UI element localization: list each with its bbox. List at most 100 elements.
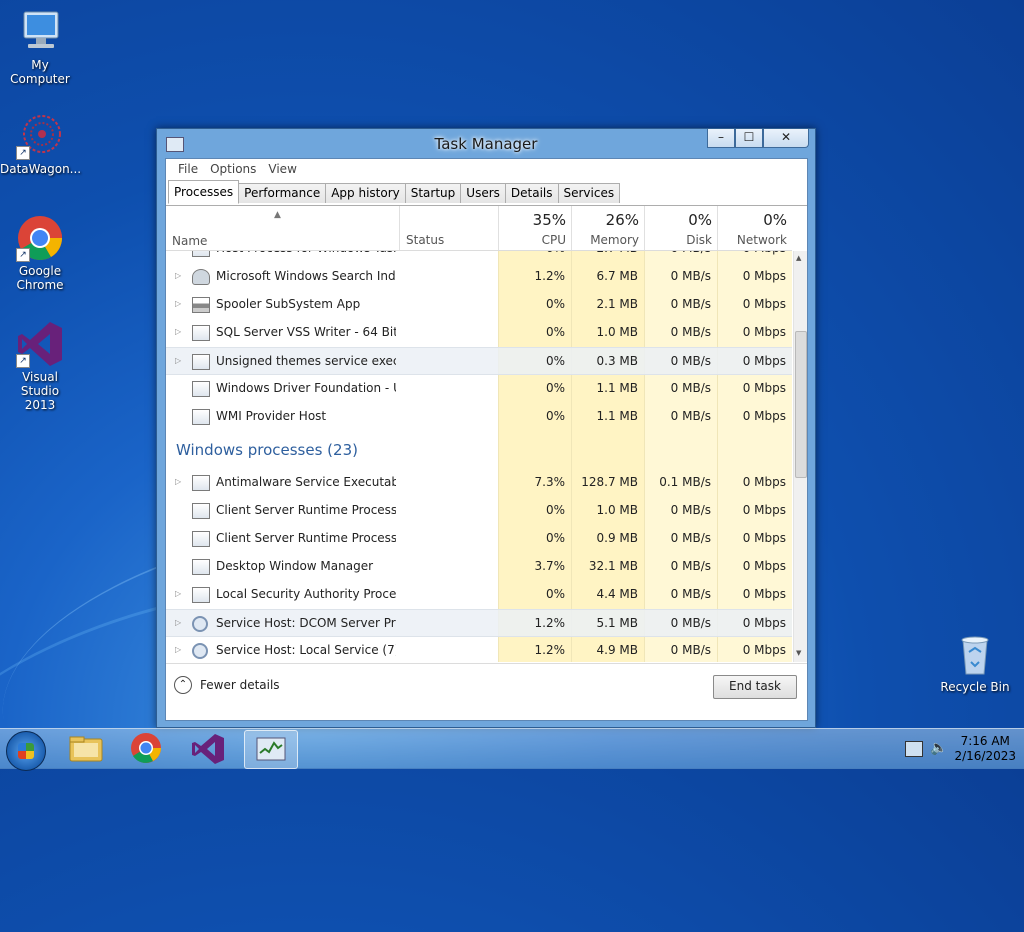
process-name: Antimalware Service Executable bbox=[216, 475, 396, 489]
process-net: 0 Mbps bbox=[742, 503, 786, 517]
tab-app-history[interactable]: App history bbox=[325, 183, 406, 203]
scroll-up-icon[interactable]: ▲ bbox=[796, 254, 801, 262]
table-row[interactable]: ▷ Service Host: DCOM Server Proc... 1.2% 5.… bbox=[166, 609, 792, 637]
process-mem: 4.9 MB bbox=[596, 643, 638, 657]
column-header-disk[interactable]: 0% Disk bbox=[644, 206, 718, 250]
app-window-icon bbox=[192, 531, 210, 547]
app-window-icon bbox=[192, 475, 210, 491]
taskbar-explorer[interactable] bbox=[60, 730, 112, 767]
app-window-icon bbox=[192, 559, 210, 575]
column-header-memory[interactable]: 26% Memory bbox=[571, 206, 645, 250]
desktop-icon-google-chrome[interactable]: ↗ Google Chrome bbox=[0, 214, 80, 292]
maximize-button[interactable]: ☐ bbox=[735, 129, 763, 148]
process-cpu: 0% bbox=[545, 325, 565, 339]
process-net: 0 Mbps bbox=[742, 409, 786, 423]
start-button[interactable] bbox=[6, 731, 46, 771]
menu-options[interactable]: Options bbox=[204, 159, 262, 179]
column-header-status-label: Status bbox=[406, 233, 445, 247]
process-disk: 0 MB/s bbox=[670, 643, 711, 657]
tab-services[interactable]: Services bbox=[557, 183, 621, 203]
end-task-button[interactable]: End task bbox=[713, 675, 797, 699]
expand-arrow-icon[interactable]: ▷ bbox=[175, 299, 181, 308]
process-name: Microsoft Windows Search Inde... bbox=[216, 269, 396, 283]
taskbar-chrome[interactable] bbox=[120, 730, 172, 767]
volume-muted-icon[interactable]: 🔈 bbox=[930, 740, 947, 756]
desktop-icon-label: Visual Studio 2013 bbox=[20, 370, 60, 412]
table-row[interactable]: Client Server Runtime Process 0% 1.0 MB 0 M… bbox=[166, 497, 792, 525]
taskbar-task-manager[interactable] bbox=[244, 730, 298, 769]
table-row[interactable]: ▷ Microsoft Windows Search Inde... 1.2% 6.7… bbox=[166, 263, 792, 291]
process-disk: 0 MB/s bbox=[670, 325, 711, 339]
close-button[interactable]: ✕ bbox=[763, 129, 809, 148]
tab-startup[interactable]: Startup bbox=[404, 183, 462, 203]
memory-label: Memory bbox=[590, 233, 639, 247]
taskbar-visual-studio[interactable] bbox=[182, 730, 234, 767]
column-header-network[interactable]: 0% Network bbox=[717, 206, 793, 250]
process-mem: 2.1 MB bbox=[596, 297, 638, 311]
table-row[interactable]: ▷ Spooler SubSystem App 0% 2.1 MB 0 MB/s 0 Mb… bbox=[166, 291, 792, 319]
desktop-icon-label: DataWagon... bbox=[0, 162, 82, 176]
process-name: Service Host: Local Service (7) bbox=[216, 643, 396, 657]
process-mem: 32.1 MB bbox=[588, 559, 638, 573]
expand-arrow-icon[interactable]: ▷ bbox=[175, 618, 181, 627]
expand-arrow-icon[interactable]: ▷ bbox=[175, 271, 181, 280]
process-mem: 5.1 MB bbox=[596, 616, 638, 630]
table-row[interactable]: WMI Provider Host 0% 1.1 MB 0 MB/s 0 Mbps bbox=[166, 403, 792, 431]
scroll-down-icon[interactable]: ▼ bbox=[796, 649, 801, 657]
folder-icon bbox=[69, 736, 103, 762]
tab-details[interactable]: Details bbox=[504, 183, 559, 203]
desktop-icon-my-computer[interactable]: My Computer bbox=[0, 8, 80, 86]
chrome-icon: ↗ bbox=[16, 214, 64, 262]
desktop-icon-recycle-bin[interactable]: Recycle Bin bbox=[935, 630, 1015, 694]
expand-arrow-icon[interactable]: ▷ bbox=[175, 645, 181, 654]
group-header-windows-processes: Windows processes (23) bbox=[176, 441, 358, 459]
process-mem: 6.7 MB bbox=[596, 269, 638, 283]
footer-bar: ⌃ Fewer details End task bbox=[166, 663, 807, 720]
tab-users[interactable]: Users bbox=[460, 183, 506, 203]
task-manager-icon bbox=[256, 737, 286, 761]
windows-logo-icon bbox=[18, 743, 34, 759]
table-row[interactable]: Windows Driver Foundation - U... 0% 1.1 MB… bbox=[166, 375, 792, 403]
fewer-details-button[interactable]: ⌃ Fewer details bbox=[174, 676, 280, 694]
table-row[interactable]: ▷ Antimalware Service Executable 7.3% 128.7… bbox=[166, 469, 792, 497]
process-net: 0 Mbps bbox=[742, 587, 786, 601]
process-mem: 1.0 MB bbox=[596, 503, 638, 517]
shortcut-arrow-icon: ↗ bbox=[16, 248, 30, 262]
expand-arrow-icon[interactable]: ▷ bbox=[175, 327, 181, 336]
process-net: 0 Mbps bbox=[742, 643, 786, 657]
process-name: Client Server Runtime Process bbox=[216, 531, 396, 545]
expand-arrow-icon[interactable]: ▷ bbox=[175, 477, 181, 486]
vertical-scrollbar[interactable]: ▲ ▼ bbox=[793, 251, 807, 662]
process-mem: 4.4 MB bbox=[596, 587, 638, 601]
task-manager-window: Task Manager – ☐ ✕ File Options View Pro… bbox=[156, 128, 816, 728]
table-row[interactable]: Client Server Runtime Process 0% 0.9 MB 0 M… bbox=[166, 525, 792, 553]
wmi-icon bbox=[192, 409, 210, 425]
table-row[interactable]: Desktop Window Manager 3.7% 32.1 MB 0 MB/s 0… bbox=[166, 553, 792, 581]
tab-processes[interactable]: Processes bbox=[168, 180, 240, 204]
process-disk: 0 MB/s bbox=[670, 269, 711, 283]
process-net: 0 Mbps bbox=[742, 559, 786, 573]
column-header-cpu[interactable]: 35% CPU bbox=[498, 206, 572, 250]
table-row[interactable]: ▷ Local Security Authority Process... 0% 4.… bbox=[166, 581, 792, 609]
desktop-icon-visual-studio[interactable]: ↗ Visual Studio 2013 bbox=[0, 320, 80, 412]
menu-view[interactable]: View bbox=[262, 159, 302, 179]
expand-arrow-icon[interactable]: ▷ bbox=[175, 356, 181, 365]
scrollbar-thumb[interactable] bbox=[795, 331, 807, 478]
column-header-name[interactable]: ▲ Name bbox=[166, 206, 399, 250]
menu-file[interactable]: File bbox=[172, 159, 204, 179]
column-header-status[interactable]: Status bbox=[399, 206, 499, 250]
table-row[interactable]: ▷ Service Host: Local Service (7) 1.2% 4.9 … bbox=[166, 637, 792, 662]
table-row[interactable]: ▷ Unsigned themes service execut... 0% 0.3 … bbox=[166, 347, 792, 375]
process-disk: 0.1 MB/s bbox=[659, 475, 711, 489]
minimize-button[interactable]: – bbox=[707, 129, 735, 148]
visual-studio-icon: ↗ bbox=[16, 320, 64, 368]
title-bar[interactable]: Task Manager – ☐ ✕ bbox=[157, 129, 815, 158]
clock[interactable]: 7:16 AM 2/16/2023 bbox=[954, 734, 1016, 764]
process-net: 0 Mbps bbox=[742, 297, 786, 311]
tab-performance[interactable]: Performance bbox=[238, 183, 327, 203]
table-row[interactable]: Host Process for Windows Tasks 0% 2.7 MB 0 … bbox=[166, 251, 792, 263]
desktop-icon-datawagon[interactable]: ↗ DataWagon... bbox=[0, 112, 82, 176]
table-row[interactable]: ▷ SQL Server VSS Writer - 64 Bit 0% 1.0 MB 0… bbox=[166, 319, 792, 347]
network-icon[interactable] bbox=[905, 741, 923, 757]
expand-arrow-icon[interactable]: ▷ bbox=[175, 589, 181, 598]
